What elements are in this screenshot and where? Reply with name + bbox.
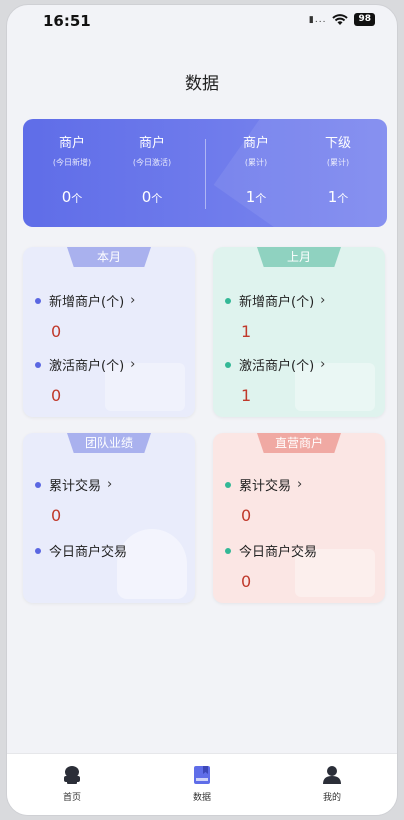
bullet-dot xyxy=(225,481,231,488)
summary-unit: 个 xyxy=(255,192,267,205)
bullet-dot xyxy=(225,547,231,554)
summary-sub: (今日激活) xyxy=(132,158,172,167)
page-title: 数据 xyxy=(185,74,219,94)
summary-label: 商户 xyxy=(242,136,269,151)
phone-screen: 16:51 ▮... 98 数据 商户 (今日新增) 0个 商户 (今日激活) … xyxy=(6,4,398,816)
stat-value: 0 xyxy=(51,506,62,525)
card-this-month: 本月 新增商户(个) › 0 激活商户(个) › 0 xyxy=(23,247,195,417)
data-icon xyxy=(191,764,213,786)
bottom-nav: 首页 数据 我的 xyxy=(7,753,397,815)
stat-label-row: 今日商户交易 xyxy=(35,541,127,560)
stat-label-row: 累计交易 › xyxy=(35,475,112,494)
wifi-icon xyxy=(332,13,349,26)
bullet-dot xyxy=(35,361,41,368)
card-title: 本月 xyxy=(67,247,151,267)
bullet-dot xyxy=(35,547,41,554)
nav-item-profile[interactable]: 我的 xyxy=(292,754,372,803)
stat-activated-merchants[interactable]: 激活商户(个) › 1 xyxy=(225,355,325,405)
chevron-right-icon: › xyxy=(130,293,136,308)
summary-label: 商户 xyxy=(138,136,165,151)
stat-label-row: 激活商户(个) › xyxy=(35,355,135,374)
stat-label-row: 激活商户(个) › xyxy=(225,355,325,374)
summary-card: 商户 (今日新增) 0个 商户 (今日激活) 0个 商户 (累计) 1个 下级 … xyxy=(23,119,387,227)
card-direct-merchants: 直营商户 累计交易 › 0 今日商户交易 0 xyxy=(213,433,385,603)
stat-label: 累计交易 xyxy=(49,479,102,494)
bullet-dot xyxy=(35,297,41,304)
stat-label: 累计交易 xyxy=(239,479,292,494)
stat-label: 新增商户(个) xyxy=(239,295,315,310)
person-silhouette-icon xyxy=(117,529,187,599)
stat-value: 1 xyxy=(241,386,252,405)
stat-value: 0 xyxy=(241,572,252,591)
stat-label-row: 新增商户(个) › xyxy=(225,291,325,310)
stat-label-row: 累计交易 › xyxy=(225,475,302,494)
chevron-right-icon: › xyxy=(297,477,303,492)
chevron-right-icon: › xyxy=(320,293,326,308)
signal-icon: ▮... xyxy=(308,14,327,25)
summary-value: 0个 xyxy=(117,188,187,206)
stat-total-transactions[interactable]: 累计交易 › 0 xyxy=(35,475,112,525)
summary-unit: 个 xyxy=(337,192,349,205)
stat-value: 0 xyxy=(241,506,252,525)
bullet-dot xyxy=(35,481,41,488)
summary-item-activated-today: 商户 (今日激活) 0个 xyxy=(117,135,187,206)
chevron-right-icon: › xyxy=(107,477,113,492)
stat-label: 激活商户(个) xyxy=(239,359,315,374)
summary-value: 1个 xyxy=(221,188,291,206)
stat-label-row: 新增商户(个) › xyxy=(35,291,135,310)
chevron-right-icon: › xyxy=(320,357,326,372)
card-title: 团队业绩 xyxy=(67,433,151,453)
stat-today-merchant-transactions: 今日商户交易 0 xyxy=(225,541,317,591)
stat-label: 新增商户(个) xyxy=(49,295,125,310)
chevron-right-icon: › xyxy=(130,357,136,372)
home-icon xyxy=(61,764,83,786)
summary-number: 1 xyxy=(327,188,338,206)
bullet-dot xyxy=(225,361,231,368)
card-title: 直营商户 xyxy=(257,433,341,453)
summary-number: 0 xyxy=(141,188,152,206)
summary-value: 1个 xyxy=(303,188,373,206)
summary-value: 0个 xyxy=(37,188,107,206)
stat-activated-merchants[interactable]: 激活商户(个) › 0 xyxy=(35,355,135,405)
summary-item-merchants-total: 商户 (累计) 1个 xyxy=(221,135,291,206)
stat-value: 1 xyxy=(241,322,252,341)
summary-number: 1 xyxy=(245,188,256,206)
nav-item-data[interactable]: 数据 xyxy=(162,754,242,803)
stat-label: 激活商户(个) xyxy=(49,359,125,374)
status-time: 16:51 xyxy=(43,12,91,30)
stat-label-row: 今日商户交易 xyxy=(225,541,317,560)
nav-label: 首页 xyxy=(62,793,81,803)
status-bar: 16:51 ▮... 98 xyxy=(7,5,397,37)
card-team-performance: 团队业绩 累计交易 › 0 今日商户交易 xyxy=(23,433,195,603)
summary-unit: 个 xyxy=(151,192,163,205)
nav-label: 数据 xyxy=(192,793,211,803)
stat-label: 今日商户交易 xyxy=(49,545,128,560)
status-indicators: ▮... 98 xyxy=(309,13,375,26)
stat-today-merchant-transactions: 今日商户交易 xyxy=(35,541,127,560)
stat-new-merchants[interactable]: 新增商户(个) › 0 xyxy=(35,291,135,341)
stat-new-merchants[interactable]: 新增商户(个) › 1 xyxy=(225,291,325,341)
summary-label: 下级 xyxy=(324,136,351,151)
card-title: 上月 xyxy=(257,247,341,267)
nav-label: 我的 xyxy=(322,793,341,803)
profile-icon xyxy=(321,764,343,786)
summary-unit: 个 xyxy=(71,192,83,205)
battery-icon: 98 xyxy=(354,13,375,26)
summary-number: 0 xyxy=(61,188,72,206)
bullet-dot xyxy=(225,297,231,304)
summary-item-subordinates-total: 下级 (累计) 1个 xyxy=(303,135,373,206)
stat-total-transactions[interactable]: 累计交易 › 0 xyxy=(225,475,302,525)
nav-item-home[interactable]: 首页 xyxy=(32,754,112,803)
summary-sub: (今日新增) xyxy=(52,158,92,167)
summary-divider xyxy=(205,139,206,209)
stat-label: 今日商户交易 xyxy=(239,545,318,560)
card-last-month: 上月 新增商户(个) › 1 激活商户(个) › 1 xyxy=(213,247,385,417)
stat-value: 0 xyxy=(51,386,62,405)
summary-sub: (累计) xyxy=(326,158,350,167)
summary-sub: (累计) xyxy=(244,158,268,167)
summary-label: 商户 xyxy=(58,136,85,151)
stat-value: 0 xyxy=(51,322,62,341)
summary-item-new-today: 商户 (今日新增) 0个 xyxy=(37,135,107,206)
